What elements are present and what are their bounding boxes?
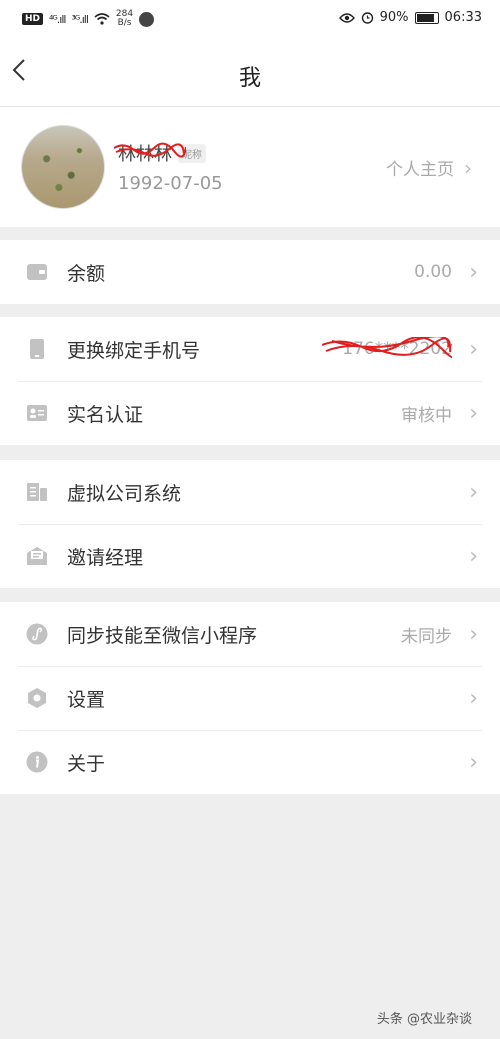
chevron-right-icon: › bbox=[469, 259, 478, 285]
chevron-right-icon: › bbox=[469, 336, 478, 362]
misc-group: 同步技能至微信小程序 未同步 › 设置 › 关于 › bbox=[0, 602, 500, 794]
balance-group: 余额 0.00 › bbox=[0, 240, 500, 304]
row-value: 审核中 bbox=[401, 405, 452, 426]
row-label: 虚拟公司系统 bbox=[67, 482, 182, 505]
clock: 06:33 bbox=[444, 10, 482, 25]
row-sync-mini-program[interactable]: 同步技能至微信小程序 未同步 › bbox=[0, 602, 500, 666]
chevron-right-icon: › bbox=[464, 156, 472, 180]
signal-4g-icon: ⁴ᴳ.ıll bbox=[49, 12, 66, 26]
chevron-right-icon: › bbox=[469, 400, 478, 426]
network-speed: 284 B/s bbox=[115, 9, 134, 28]
id-card-icon bbox=[26, 402, 48, 424]
notification-dot-icon bbox=[139, 11, 155, 27]
row-label: 邀请经理 bbox=[67, 546, 144, 569]
row-label: 同步技能至微信小程序 bbox=[67, 624, 258, 647]
row-about[interactable]: 关于 › bbox=[0, 730, 500, 794]
eye-icon bbox=[338, 12, 355, 23]
status-bar: HD ⁴ᴳ.ıll ³ᴳ.ıll 284 B/s 90% 06:33 bbox=[0, 0, 500, 40]
birthday: 1992-07-05 bbox=[118, 173, 223, 194]
profile-card[interactable]: 林林林 昵称 1992-07-05 个人主页 › bbox=[0, 107, 500, 227]
invite-icon bbox=[26, 545, 48, 567]
mini-program-icon bbox=[26, 623, 48, 645]
account-group: 更换绑定手机号 176****2202 › 实名认证 审核中 › bbox=[0, 317, 500, 445]
chevron-right-icon: › bbox=[469, 749, 478, 775]
page-title: 我 bbox=[238, 66, 261, 91]
chevron-right-icon: › bbox=[469, 543, 478, 569]
row-label: 更换绑定手机号 bbox=[67, 339, 201, 362]
row-settings[interactable]: 设置 › bbox=[0, 666, 500, 730]
battery-icon bbox=[414, 11, 439, 24]
row-change-phone[interactable]: 更换绑定手机号 176****2202 › bbox=[0, 317, 500, 381]
row-label: 设置 bbox=[67, 688, 106, 711]
row-real-name-auth[interactable]: 实名认证 审核中 › bbox=[0, 381, 500, 445]
alarm-icon bbox=[361, 11, 374, 24]
wifi-icon bbox=[94, 13, 110, 25]
row-label: 实名认证 bbox=[67, 403, 144, 426]
nav-bar: 我 bbox=[0, 40, 500, 107]
row-label: 余额 bbox=[67, 262, 106, 285]
watermark: 头条 @农业杂谈 bbox=[376, 1012, 472, 1027]
row-invite-manager[interactable]: 邀请经理 › bbox=[0, 524, 500, 588]
info-icon bbox=[26, 751, 48, 773]
hd-badge: HD bbox=[22, 13, 44, 25]
redaction-scribble bbox=[322, 337, 453, 359]
redaction-scribble bbox=[114, 142, 186, 158]
chevron-right-icon: › bbox=[469, 685, 478, 711]
nickname: 林林林 bbox=[114, 140, 186, 166]
avatar[interactable] bbox=[21, 125, 105, 209]
row-balance[interactable]: 余额 0.00 › bbox=[0, 240, 500, 304]
row-label: 关于 bbox=[67, 752, 106, 775]
row-value: 0.00 bbox=[414, 262, 452, 282]
row-value: 未同步 bbox=[401, 626, 452, 647]
wallet-icon bbox=[26, 261, 48, 283]
signal-3g-icon: ³ᴳ.ıll bbox=[71, 12, 88, 26]
battery-percent: 90% bbox=[379, 10, 409, 25]
phone-icon bbox=[26, 338, 48, 360]
row-virtual-company[interactable]: 虚拟公司系统 › bbox=[0, 460, 500, 524]
homepage-link[interactable]: 个人主页 › bbox=[386, 155, 472, 180]
settings-hex-icon bbox=[26, 687, 48, 709]
company-icon bbox=[26, 481, 48, 503]
row-value: 176****2202 bbox=[322, 337, 453, 359]
chevron-right-icon: › bbox=[469, 621, 478, 647]
company-group: 虚拟公司系统 › 邀请经理 › bbox=[0, 460, 500, 588]
nickname-row: 林林林 昵称 bbox=[114, 140, 206, 166]
chevron-right-icon: › bbox=[469, 479, 478, 505]
